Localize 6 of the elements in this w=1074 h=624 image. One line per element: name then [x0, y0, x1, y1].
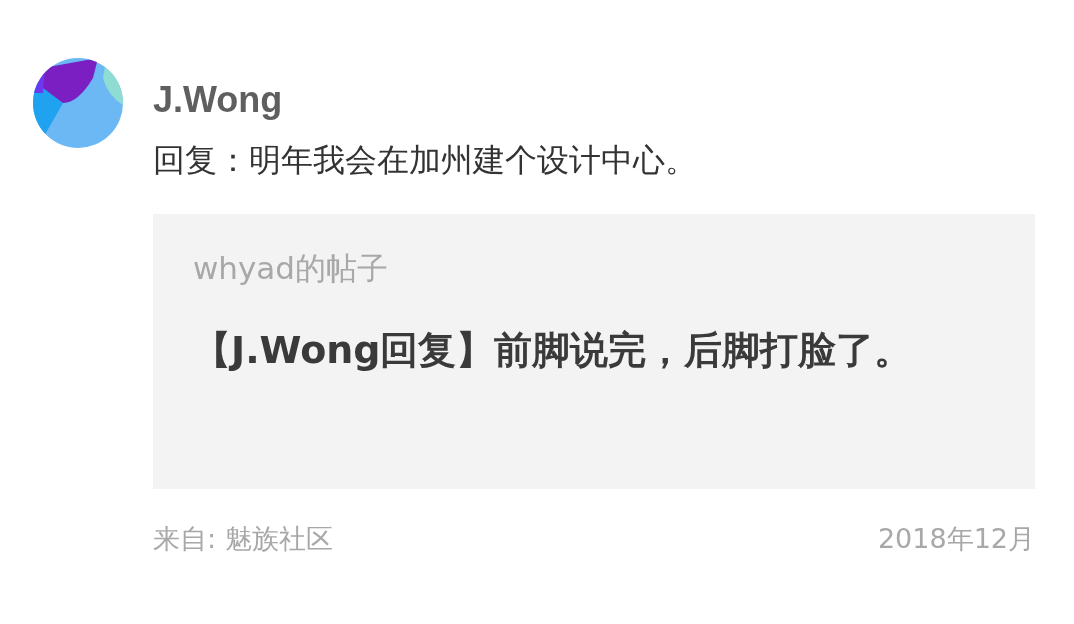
comment-text: 回复：明年我会在加州建个设计中心。	[153, 140, 698, 181]
quote-source: whyad的帖子	[193, 249, 390, 288]
quote-text: 【J.Wong回复】前脚说完，后脚打脸了。	[193, 327, 914, 374]
origin-text: 来自: 魅族社区	[153, 522, 333, 556]
date-text: 2018年12月	[877, 522, 1035, 556]
author-name: J.Wong	[153, 78, 284, 122]
